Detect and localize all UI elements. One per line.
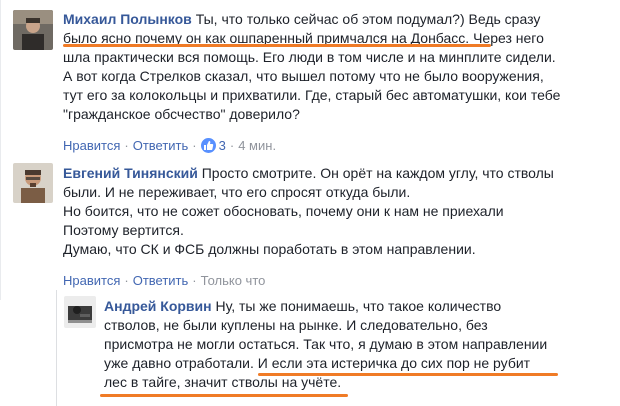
reply-button[interactable]: Ответить xyxy=(133,138,189,153)
comment-author[interactable]: Михаил Полынков xyxy=(63,11,192,27)
comment-author[interactable]: Андрей Корвин xyxy=(104,298,212,314)
comment-text-line: "гражданское обсчество" доверило? xyxy=(63,106,300,122)
likes-count[interactable]: 3 xyxy=(219,138,226,153)
comment-timestamp[interactable]: 4 мин. xyxy=(238,138,276,153)
comment-text-line: Ты, что только сейчас об этом подумал?) … xyxy=(195,11,541,27)
avatar[interactable] xyxy=(13,163,53,203)
comment-text-line: Ну, ты же понимаешь, что такое количеств… xyxy=(215,298,502,314)
avatar[interactable] xyxy=(13,10,53,50)
avatar-photo-icon xyxy=(64,296,96,328)
comment-text-line: тут его за колокольцы и прихватили. Где,… xyxy=(63,87,561,103)
reply-button[interactable]: Ответить xyxy=(133,273,189,288)
highlight-underline xyxy=(100,394,348,397)
comment-text-line: стволов, не были куплены на рынке. И сле… xyxy=(104,317,488,333)
comment-timestamp[interactable]: Только что xyxy=(201,273,266,288)
comment-author[interactable]: Евгений Тинянский xyxy=(63,165,198,181)
avatar-photo-icon xyxy=(13,163,53,203)
avatar[interactable] xyxy=(64,296,96,328)
comment-text-line: Просто смотрите. Он орёт на каждом углу,… xyxy=(201,165,554,181)
comment-text-line: уже давно отработали. И если эта истерич… xyxy=(104,355,531,371)
thread-rail xyxy=(0,0,1,300)
like-thumb-icon xyxy=(200,138,216,153)
comment-text-line: были. И не переживает, что его спросят о… xyxy=(63,184,411,200)
comment-text-line: Поэтому вертится. xyxy=(63,222,184,238)
highlight-underline xyxy=(258,373,558,376)
like-button[interactable]: Нравится xyxy=(63,138,120,153)
comment-text-line: Но боится, что не сожет обосновать, поче… xyxy=(63,203,504,219)
comment-text-line: А вот когда Стрелков сказал, что вышел п… xyxy=(63,68,544,84)
comment-text-line: Думаю, что СК и ФСБ должны поработать в … xyxy=(63,241,476,257)
reply-thread-rail xyxy=(56,290,57,406)
comment-text-line: присмотра не могли остаться. Так что, я … xyxy=(104,336,548,352)
like-button[interactable]: Нравится xyxy=(63,273,120,288)
highlight-underline xyxy=(63,44,491,47)
avatar-photo-icon xyxy=(13,10,53,50)
comment-text-line: шла практически вся помощь. Его люди в т… xyxy=(63,49,556,65)
